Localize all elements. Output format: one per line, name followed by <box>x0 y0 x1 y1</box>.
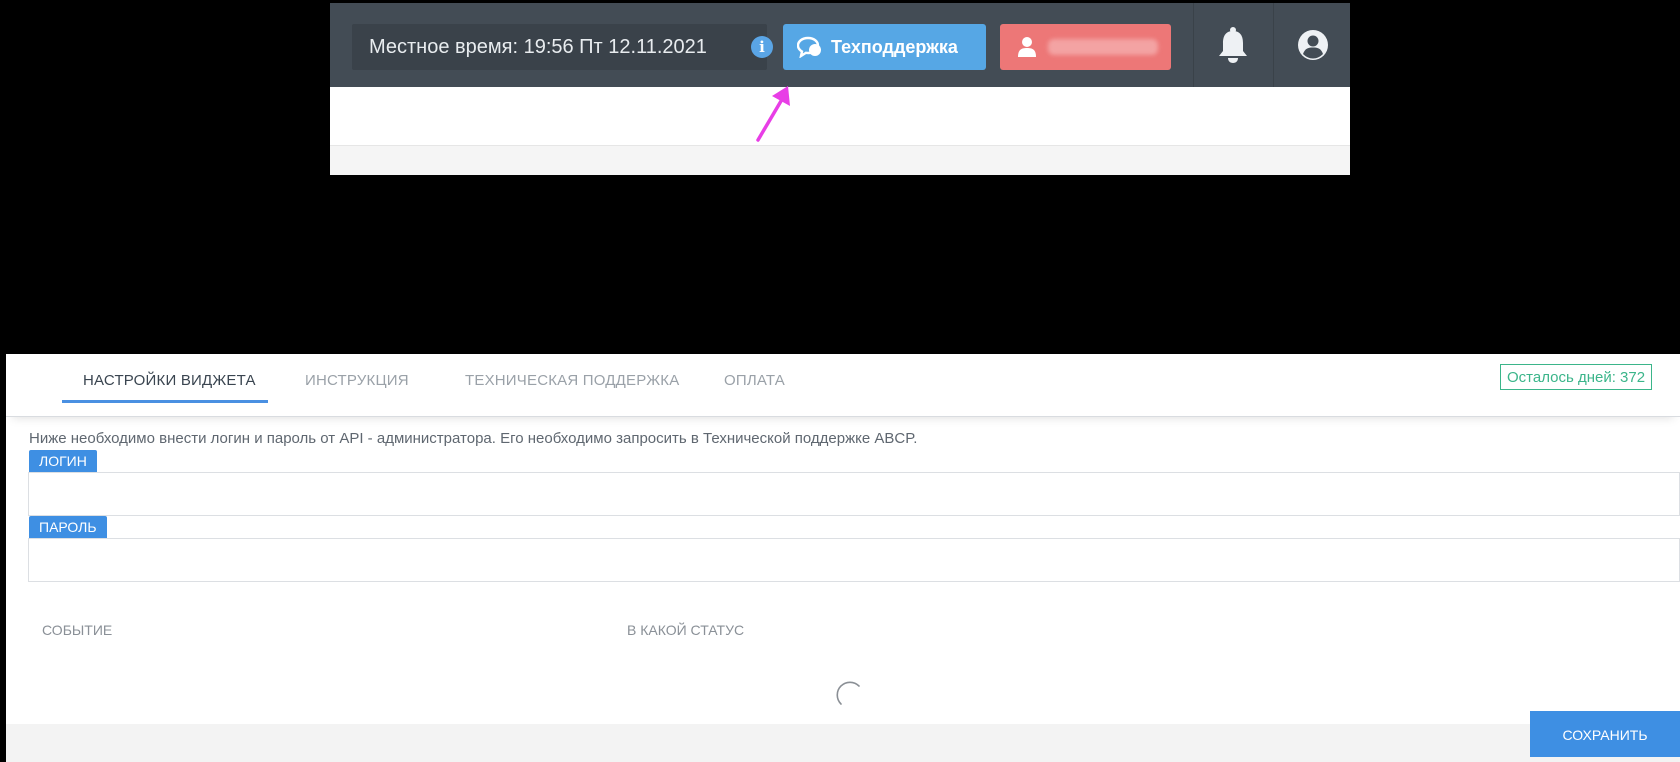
column-header-event: СОБЫТИЕ <box>42 622 113 638</box>
top-content-area <box>330 87 1350 145</box>
panel-footer <box>6 724 1680 762</box>
user-profile-button[interactable] <box>1000 24 1171 70</box>
annotation-arrow-icon <box>756 86 790 142</box>
active-tab-indicator <box>62 400 268 403</box>
save-button[interactable]: СОХРАНИТЬ <box>1530 711 1680 757</box>
password-field[interactable] <box>28 538 1680 582</box>
support-button[interactable]: Техподдержка <box>783 24 986 70</box>
top-footer-strip <box>330 145 1350 175</box>
header-divider <box>1193 3 1194 87</box>
loading-spinner-icon <box>836 681 860 705</box>
account-circle-icon[interactable] <box>1297 29 1329 61</box>
redacted-username <box>1048 39 1158 55</box>
local-time-text: Местное время: 19:56 Пт 12.11.2021 <box>369 36 707 58</box>
tab-widget-settings[interactable]: НАСТРОЙКИ ВИДЖЕТА <box>83 372 256 389</box>
header-divider <box>1273 3 1274 87</box>
tab-instructions[interactable]: ИНСТРУКЦИЯ <box>305 372 409 389</box>
tab-technical-support[interactable]: ТЕХНИЧЕСКАЯ ПОДДЕРЖКА <box>465 372 679 389</box>
top-header: Местное время: 19:56 Пт 12.11.2021 i Тех… <box>330 3 1350 87</box>
password-label: ПАРОЛЬ <box>29 516 107 538</box>
login-label: ЛОГИН <box>29 450 97 472</box>
tab-payment[interactable]: ОПЛАТА <box>724 372 785 389</box>
chat-support-icon <box>797 36 821 58</box>
tab-bar: НАСТРОЙКИ ВИДЖЕТА ИНСТРУКЦИЯ ТЕХНИЧЕСКАЯ… <box>6 354 1680 417</box>
instructions-text: Ниже необходимо внести логин и пароль от… <box>29 430 918 447</box>
widget-settings-panel: НАСТРОЙКИ ВИДЖЕТА ИНСТРУКЦИЯ ТЕХНИЧЕСКАЯ… <box>6 354 1680 762</box>
support-button-label: Техподдержка <box>831 37 958 57</box>
user-icon <box>1018 37 1036 57</box>
column-header-status: В КАКОЙ СТАТУС <box>627 622 745 638</box>
login-field[interactable] <box>28 472 1680 516</box>
bell-icon[interactable] <box>1215 25 1251 65</box>
info-icon[interactable]: i <box>751 36 773 58</box>
local-time-box: Местное время: 19:56 Пт 12.11.2021 i <box>352 24 773 70</box>
days-left-badge: Осталось дней: 372 <box>1500 364 1653 390</box>
